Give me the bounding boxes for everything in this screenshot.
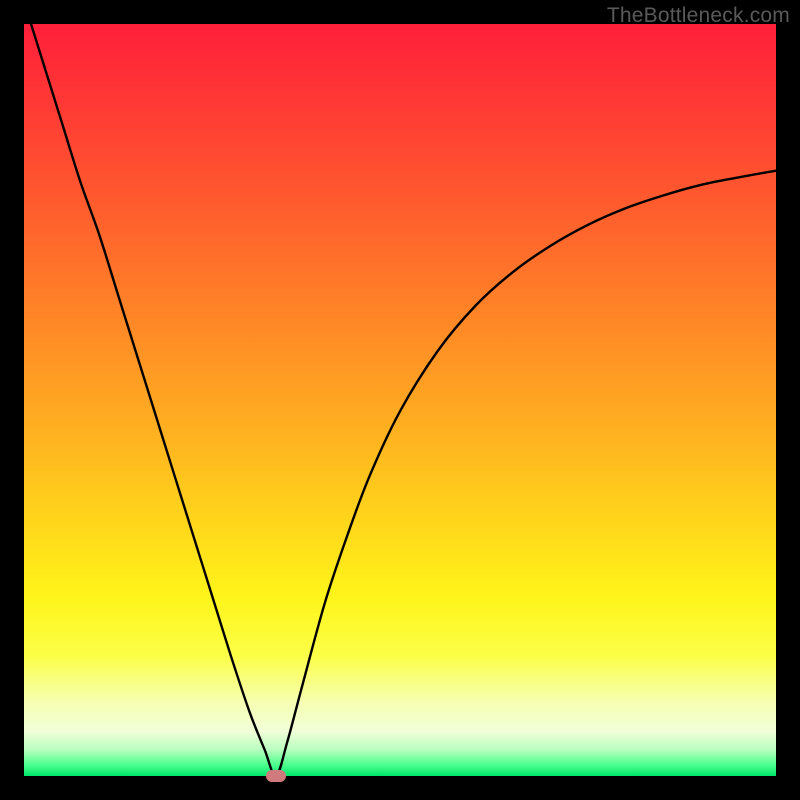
chart-svg [24,24,776,776]
gradient-background [24,24,776,776]
plot-area [24,24,776,776]
watermark-text: TheBottleneck.com [607,4,790,28]
minimum-marker [266,770,286,782]
chart-container: TheBottleneck.com [0,0,800,800]
